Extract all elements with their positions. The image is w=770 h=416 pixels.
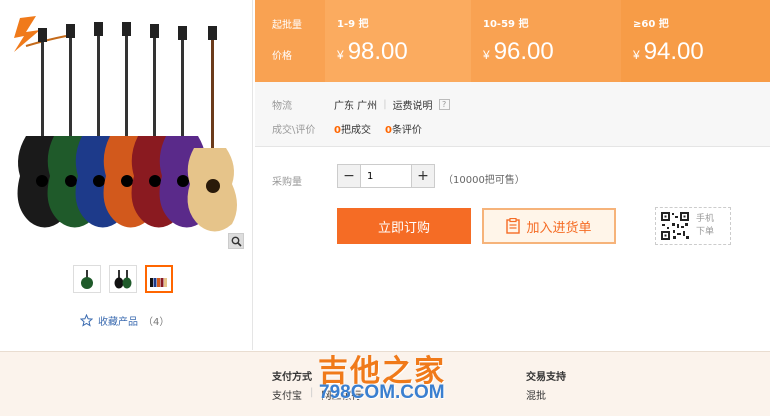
clipboard-icon <box>506 218 521 234</box>
min-qty-label: 起批量 <box>272 20 302 31</box>
tier-price: ¥96.00 <box>483 38 554 66</box>
mobile-order-label: 手机 下单 <box>696 213 718 239</box>
price-label: 价格 <box>272 51 292 62</box>
product-gallery: 收藏产品 （4） <box>0 0 253 350</box>
divider: | <box>310 387 314 398</box>
footer-bar: 支付方式 支付宝 | 网上银行 交易支持 混批 吉他之家 798COM.COM <box>0 351 770 416</box>
price-tier-2: 10-59 把 ¥96.00 <box>471 0 621 82</box>
mixed-wholesale: 混批 <box>526 391 546 402</box>
thumbnail-strip <box>73 265 173 293</box>
buy-now-button[interactable]: 立即订购 <box>337 208 471 244</box>
deals-count: 0 <box>334 125 341 136</box>
guitar-7 <box>187 26 237 232</box>
payment-method-alipay: 支付宝 <box>272 391 302 402</box>
site-watermark: 吉他之家 798COM.COM <box>318 352 468 412</box>
shipping-info-link[interactable]: 运费说明 <box>393 97 433 112</box>
price-tiers: 起批量 价格 1-9 把 ¥98.00 10-59 把 ¥96.00 ≥60 把… <box>255 0 770 82</box>
price-tier-labels: 起批量 价格 <box>255 0 325 82</box>
logistics-row: 物流 广东 广州 | 运费说明 ? <box>272 97 450 112</box>
favorite-product[interactable]: 收藏产品 （4） <box>80 313 169 328</box>
guitar-lineup-thumb <box>150 278 167 287</box>
quantity-input[interactable] <box>360 165 412 187</box>
tier-price-value: 94.00 <box>643 38 704 65</box>
purchase-panel: 采购量 − + （10000把可售） 立即订购 加入进货单 <box>255 148 770 350</box>
price-tier-1: 1-9 把 ¥98.00 <box>325 0 471 82</box>
reviews-count: 0 <box>384 125 392 136</box>
reviews-text: 条评价 <box>391 125 422 136</box>
thumbnail-2[interactable] <box>109 265 137 293</box>
qr-code-icon <box>660 211 690 241</box>
tier-price-value: 98.00 <box>347 38 408 65</box>
tier-price-value: 96.00 <box>493 38 554 65</box>
currency-symbol: ¥ <box>483 48 490 62</box>
guitar-lineup-image[interactable] <box>6 6 246 254</box>
help-icon[interactable]: ? <box>438 99 450 110</box>
logistics-value: 广东 广州 | 运费说明 ? <box>334 97 450 112</box>
price-tier-3: ≥60 把 ¥94.00 <box>621 0 770 82</box>
payment-methods-title: 支付方式 <box>272 372 312 383</box>
thumbnail-1[interactable] <box>73 265 101 293</box>
zoom-button[interactable] <box>228 233 244 249</box>
tier-price: ¥94.00 <box>633 38 704 66</box>
mobile-order[interactable]: 手机 下单 <box>655 207 731 245</box>
deals-value: 0把成交 0条评价 <box>334 121 422 136</box>
ship-from-location: 广东 广州 <box>334 101 378 112</box>
green-guitar-thumb <box>81 270 93 289</box>
watermark-url: 798COM.COM <box>319 382 445 403</box>
add-to-cart-button[interactable]: 加入进货单 <box>482 208 616 244</box>
favorite-count: （4） <box>143 317 170 328</box>
mobile-label-line2: 下单 <box>696 227 715 237</box>
currency-symbol: ¥ <box>337 48 344 62</box>
product-info: 物流 广东 广州 | 运费说明 ? 成交\评价 0把成交 0条评价 <box>255 82 770 147</box>
tier-qty: 10-59 把 <box>483 19 529 30</box>
decrease-button[interactable]: − <box>338 165 360 187</box>
tier-price: ¥98.00 <box>337 38 408 66</box>
deals-text: 把成交 <box>340 125 371 136</box>
star-icon <box>80 314 93 327</box>
deals-stat[interactable]: 0把成交 <box>334 121 371 136</box>
trade-support-title: 交易支持 <box>526 372 566 383</box>
thumbnail-3[interactable] <box>145 265 173 293</box>
magnifier-icon <box>231 236 242 247</box>
stock-available: （10000把可售） <box>443 175 525 186</box>
quantity-stepper: − + <box>337 164 435 188</box>
deals-label: 成交\评价 <box>272 125 316 136</box>
mobile-label-line1: 手机 <box>696 214 715 224</box>
deals-row: 成交\评价 0把成交 0条评价 <box>272 121 422 136</box>
add-to-cart-label: 加入进货单 <box>526 220 592 236</box>
quantity-label: 采购量 <box>272 177 302 188</box>
favorite-label[interactable]: 收藏产品 <box>98 313 138 328</box>
divider: | <box>383 99 387 110</box>
currency-symbol: ¥ <box>633 48 640 62</box>
logistics-label: 物流 <box>272 101 292 112</box>
two-guitars-thumb <box>114 270 132 289</box>
tier-qty: 1-9 把 <box>337 19 369 30</box>
increase-button[interactable]: + <box>412 165 434 187</box>
reviews-stat[interactable]: 0条评价 <box>385 121 422 136</box>
tier-qty: ≥60 把 <box>633 19 669 30</box>
